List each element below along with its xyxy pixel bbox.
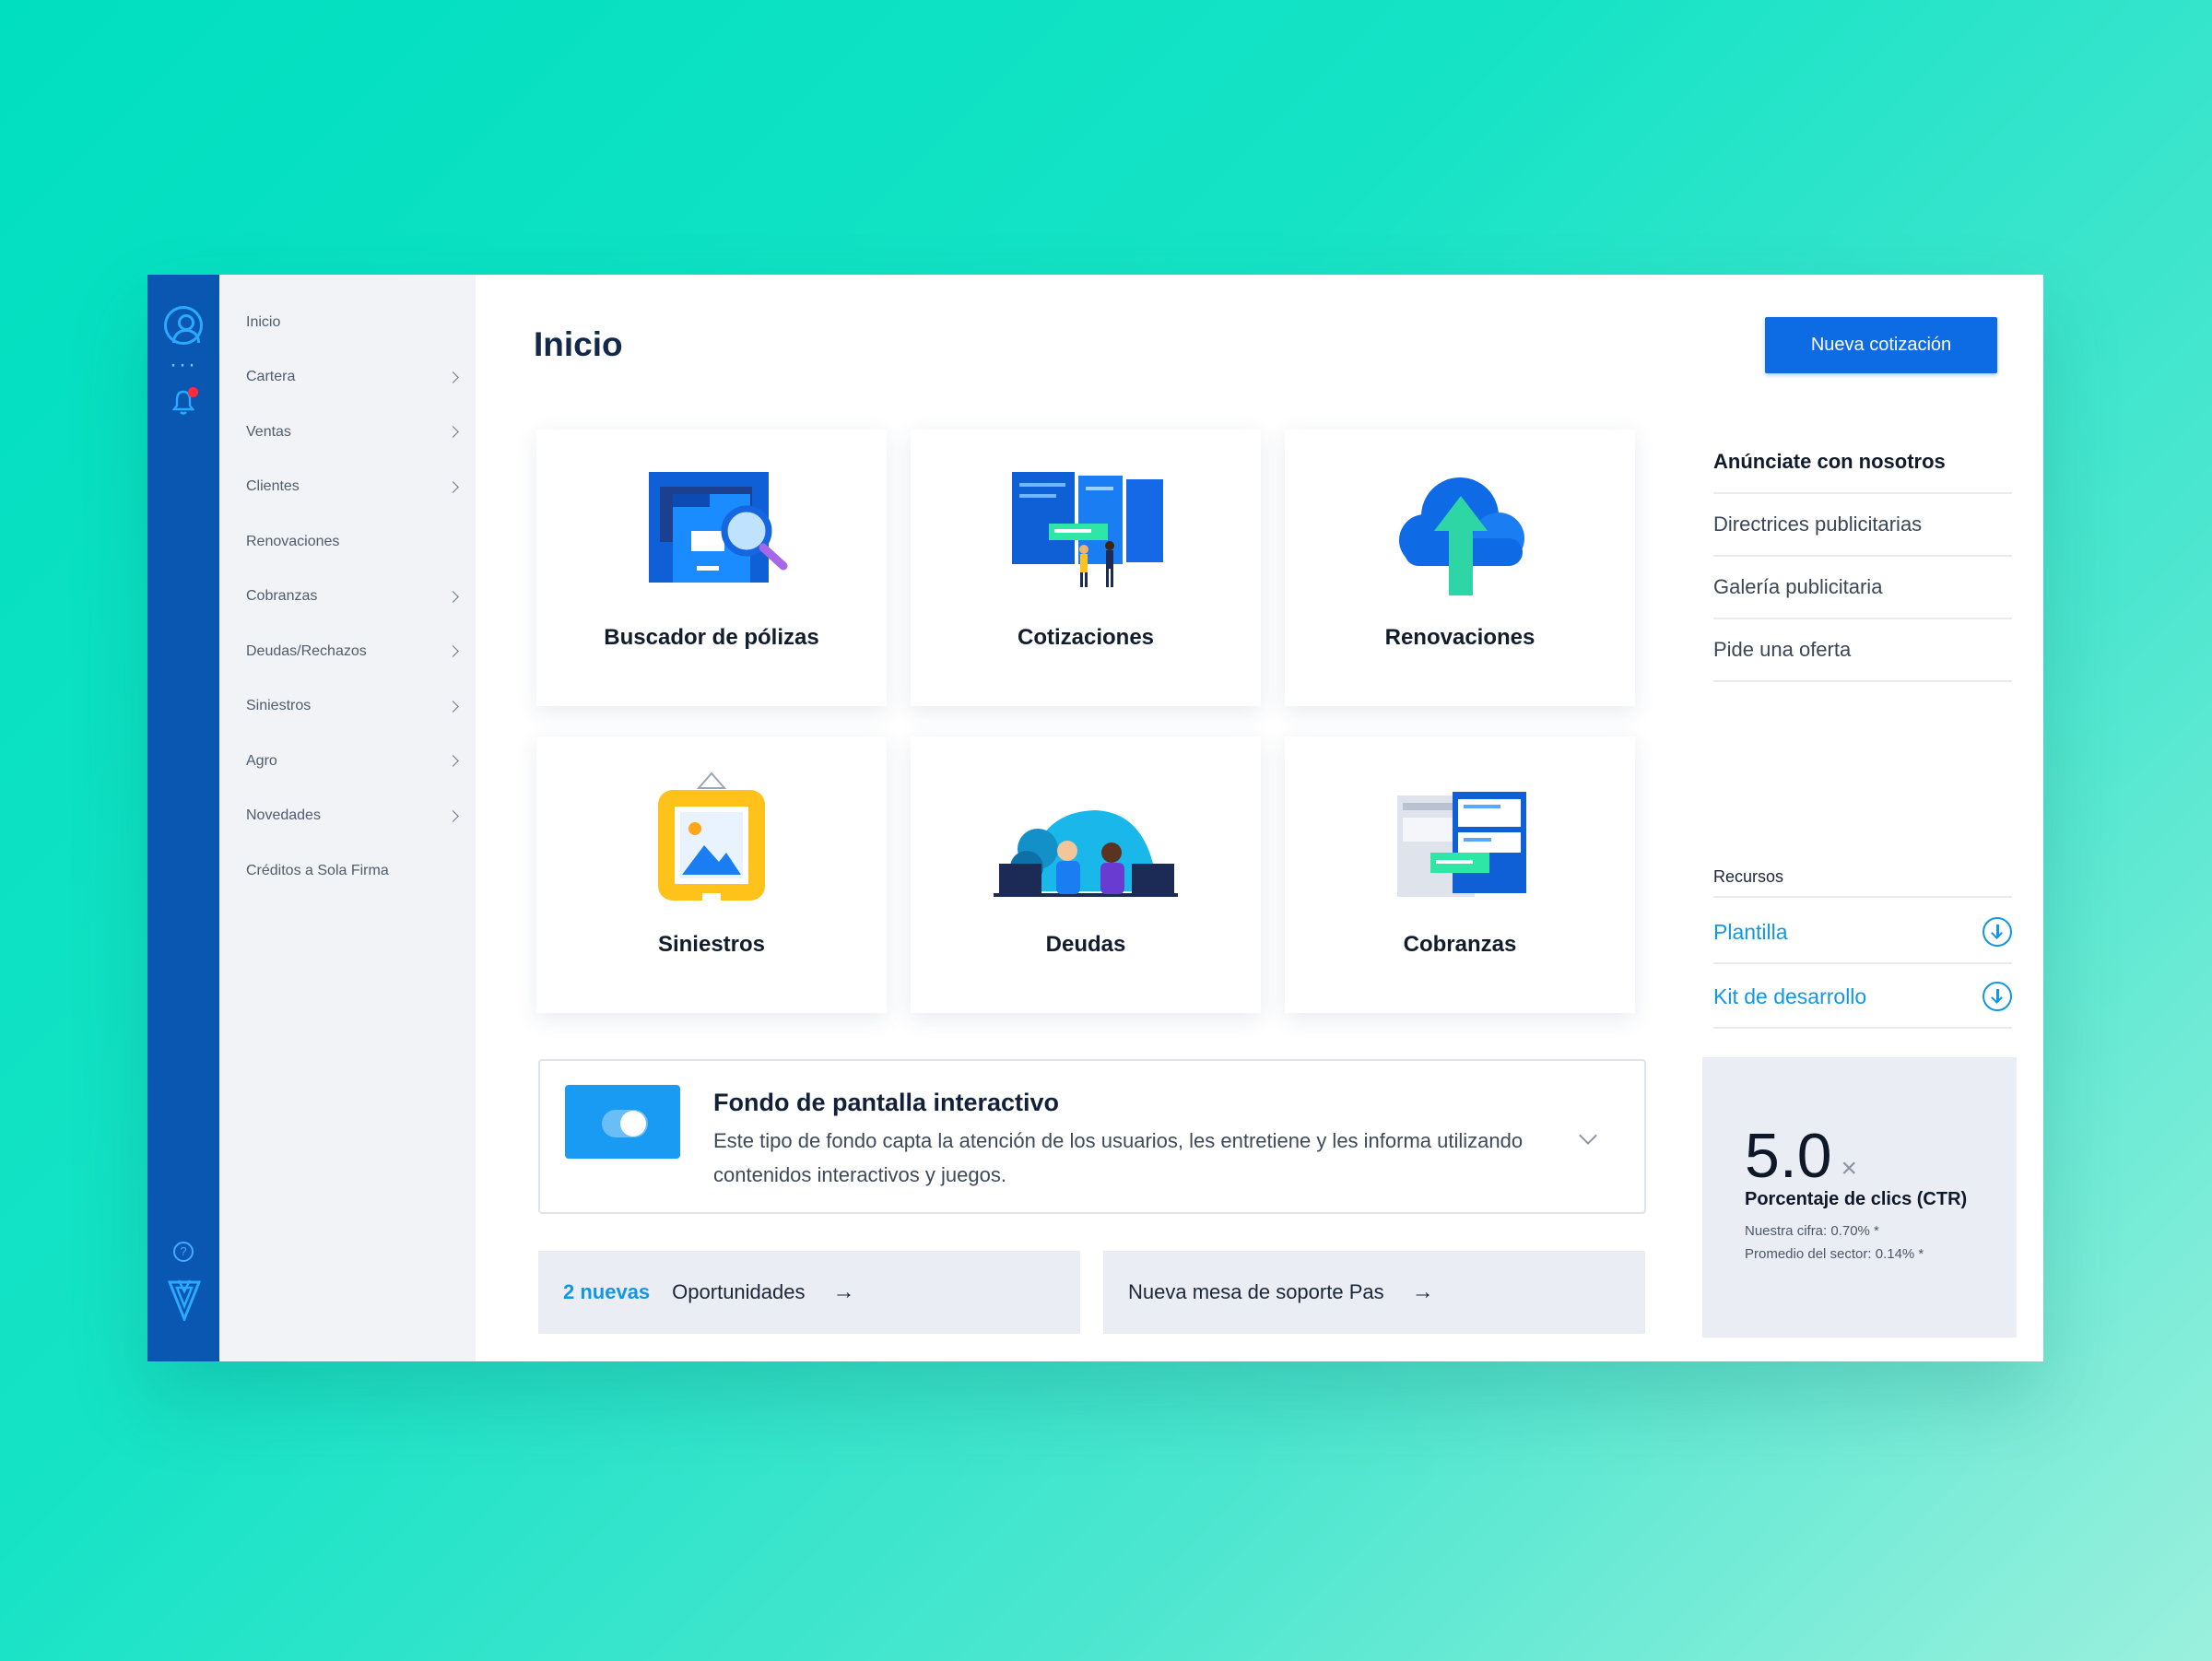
card-policy-search[interactable]: Buscador de pólizas — [536, 430, 887, 706]
sidebar-item-cartera[interactable]: Cartera — [219, 350, 476, 406]
support-desk-link[interactable]: Nueva mesa de soporte Pas → — [1103, 1251, 1645, 1334]
sidebar-item-novedades[interactable]: Novedades — [219, 789, 476, 844]
sidebar-item-agro[interactable]: Agro — [219, 734, 476, 789]
download-icon[interactable] — [1983, 982, 2012, 1011]
our-figure: Nuestra cifra: 0.70% * — [1745, 1223, 1879, 1239]
sidebar-item-inicio[interactable]: Inicio — [219, 295, 476, 350]
picture-frame-icon — [658, 772, 765, 901]
link-guidelines[interactable]: Directrices publicitarias — [1713, 494, 2012, 557]
help-icon[interactable]: ? — [173, 1242, 194, 1262]
multiplier-symbol: × — [1841, 1153, 1858, 1184]
link-advertise[interactable]: Anúnciate con nosotros — [1713, 431, 2012, 494]
opportunities-link[interactable]: 2 nuevas Oportunidades → — [538, 1251, 1080, 1334]
resources-heading: Recursos — [1713, 867, 2012, 898]
chevron-right-icon — [447, 755, 459, 768]
toggle-icon[interactable] — [565, 1085, 680, 1159]
card-label: Cotizaciones — [1017, 625, 1155, 650]
sidebar-item-renovaciones[interactable]: Renovaciones — [219, 514, 476, 570]
sidebar-item-label: Cartera — [246, 369, 296, 385]
card-renewals[interactable]: Renovaciones — [1285, 430, 1635, 706]
folder-search-icon — [649, 472, 788, 583]
sidebar-item-label: Inicio — [246, 313, 281, 330]
toggle-knob — [620, 1111, 646, 1137]
sidebar-item-clientes[interactable]: Clientes — [219, 460, 476, 515]
icon-rail: ··· ? — [147, 275, 219, 1361]
interactive-wallpaper-panel[interactable]: Fondo de pantalla interactivo Este tipo … — [538, 1059, 1646, 1214]
sidebar-item-label: Créditos a Sola Firma — [246, 862, 389, 878]
panel-title: Fondo de pantalla interactivo — [713, 1089, 1060, 1116]
resource-template[interactable]: Plantilla — [1713, 901, 2012, 964]
card-label: Renovaciones — [1384, 625, 1535, 650]
download-icon[interactable] — [1983, 917, 2012, 947]
sidebar-item-label: Clientes — [246, 478, 300, 495]
sidebar-nav: Inicio Cartera Ventas Clientes Renovaciones C… — [219, 275, 476, 1361]
sidebar-item-label: Ventas — [246, 423, 291, 440]
card-debts[interactable]: Deudas — [911, 736, 1261, 1013]
chevron-right-icon — [447, 480, 459, 493]
brand-logo — [168, 1279, 201, 1321]
chevron-right-icon — [447, 371, 459, 383]
arrow-right-icon: → — [832, 1279, 855, 1304]
main-content: Inicio Nueva cotización Buscador de póli… — [476, 275, 2043, 1361]
collections-screens-icon — [1397, 792, 1526, 897]
card-label: Siniestros — [657, 932, 766, 957]
advertising-links: Anúnciate con nosotros Directrices publi… — [1713, 431, 2012, 682]
sidebar-item-siniestros[interactable]: Siniestros — [219, 679, 476, 735]
chevron-right-icon — [447, 700, 459, 713]
chevron-right-icon — [447, 426, 459, 439]
sidebar-item-cr-ditos-a-sola-firma[interactable]: Créditos a Sola Firma — [219, 843, 476, 899]
chevron-right-icon — [447, 590, 459, 603]
sector-average: Promedio del sector: 0.14% * — [1745, 1246, 1924, 1262]
cloud-upload-icon — [1399, 477, 1524, 595]
arrow-right-icon: → — [1411, 1279, 1434, 1304]
sidebar-item-label: Deudas/Rechazos — [246, 642, 367, 659]
new-quote-button[interactable]: Nueva cotización — [1765, 317, 1997, 373]
card-collections[interactable]: Cobranzas — [1285, 736, 1635, 1013]
sidebar-item-label: Novedades — [246, 807, 321, 824]
app-window: ··· ? Inicio Cartera Ventas Clientes Renovac… — [147, 275, 2043, 1361]
ctr-label: Porcentaje de clics (CTR) — [1745, 1189, 1968, 1209]
sidebar-item-cobranzas[interactable]: Cobranzas — [219, 570, 476, 625]
bell-icon[interactable] — [169, 387, 198, 417]
sidebar-item-label: Siniestros — [246, 698, 312, 714]
page-title: Inicio — [534, 325, 623, 363]
sidebar-item-deudas-rechazos[interactable]: Deudas/Rechazos — [219, 624, 476, 679]
sidebar-item-label: Agro — [246, 752, 277, 769]
resource-devkit[interactable]: Kit de desarrollo — [1713, 966, 2012, 1029]
notification-badge — [188, 387, 198, 397]
new-count: 2 nuevas — [563, 1280, 651, 1303]
card-label: Deudas — [1045, 932, 1126, 957]
card-label: Buscador de pólizas — [604, 625, 819, 650]
sidebar-item-label: Cobranzas — [246, 588, 318, 605]
link-gallery[interactable]: Galería publicitaria — [1713, 557, 2012, 619]
support-label: Nueva mesa de soporte Pas — [1128, 1280, 1384, 1303]
user-avatar-icon[interactable] — [164, 306, 203, 345]
more-dots-icon[interactable]: ··· — [170, 354, 197, 376]
card-quotes[interactable]: Cotizaciones — [911, 430, 1261, 706]
sidebar-item-label: Renovaciones — [246, 533, 340, 549]
card-label: Cobranzas — [1403, 932, 1517, 957]
panel-description: Este tipo de fondo capta la atención de … — [713, 1129, 1524, 1186]
quotes-board-icon — [1012, 472, 1163, 587]
resource-label: Plantilla — [1713, 919, 1788, 944]
resource-label: Kit de desarrollo — [1713, 984, 1867, 1008]
chevron-right-icon — [447, 809, 459, 822]
chevron-right-icon — [447, 645, 459, 658]
ctr-number: 5.0 — [1745, 1121, 1832, 1191]
people-desk-icon — [994, 810, 1178, 897]
chevron-down-icon[interactable] — [1579, 1126, 1597, 1145]
ctr-value: 5.0 × — [1745, 1120, 1857, 1192]
opportunities-label: Oportunidades — [672, 1280, 806, 1303]
sidebar-item-ventas[interactable]: Ventas — [219, 405, 476, 460]
ctr-stat-box: 5.0 × Porcentaje de clics (CTR) Nuestra c… — [1702, 1057, 2017, 1337]
card-claims[interactable]: Siniestros — [536, 736, 887, 1013]
link-request-offer[interactable]: Pide una oferta — [1713, 619, 2012, 682]
